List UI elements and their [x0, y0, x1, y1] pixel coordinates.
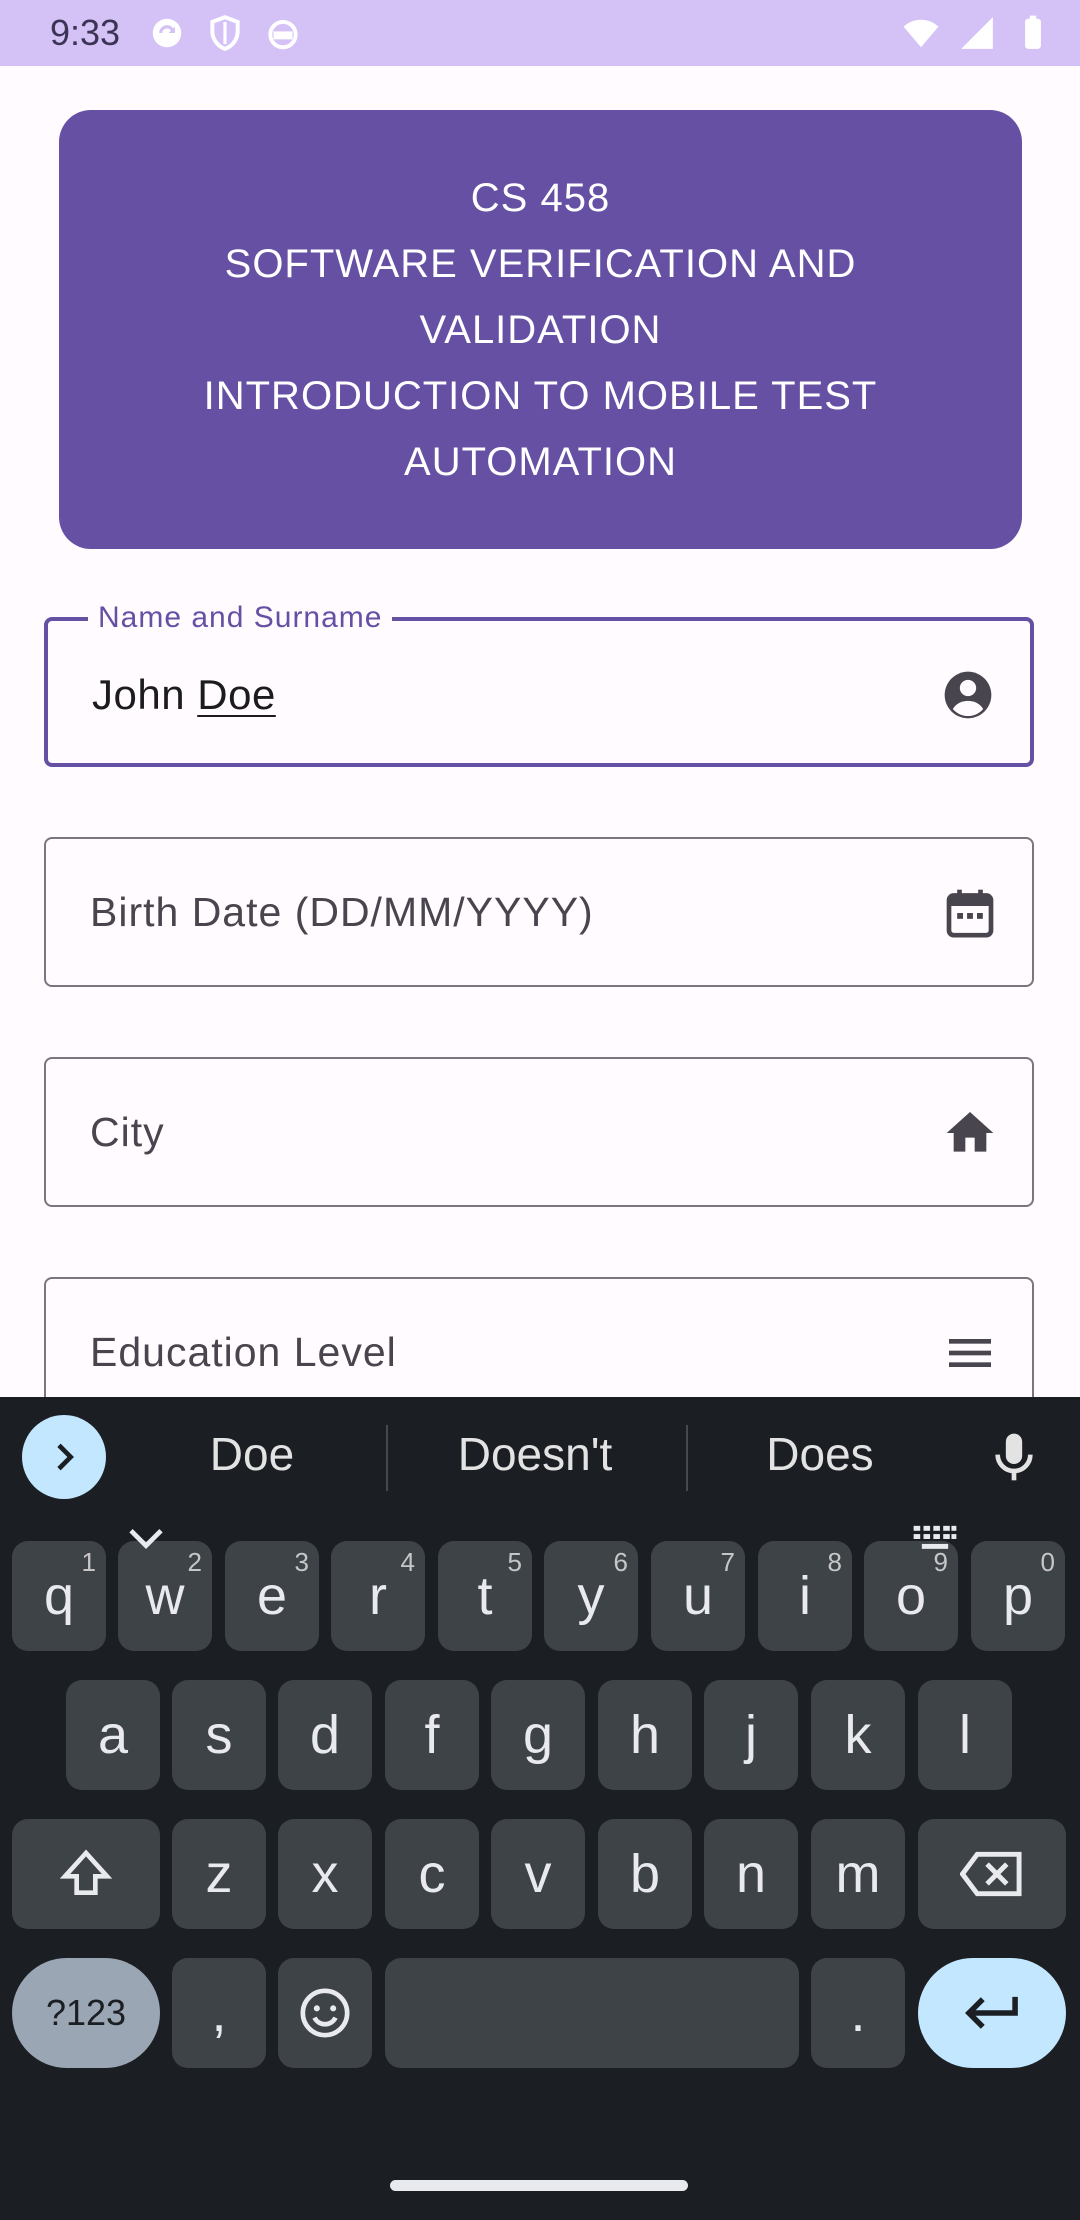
backspace-icon: [960, 1851, 1022, 1897]
key-f[interactable]: f: [385, 1680, 479, 1790]
course-header-card: CS 458 SOFTWARE VERIFICATION AND VALIDAT…: [59, 110, 1022, 549]
calendar-icon[interactable]: [942, 885, 998, 941]
key-d[interactable]: d: [278, 1680, 372, 1790]
key-q[interactable]: q1: [12, 1541, 106, 1651]
key-o[interactable]: o9: [864, 1541, 958, 1651]
status-time: 9:33: [50, 12, 121, 53]
suggestion-3[interactable]: Does: [690, 1427, 950, 1481]
key-a[interactable]: a: [66, 1680, 160, 1790]
shift-key[interactable]: [12, 1819, 160, 1929]
name-surname-value[interactable]: John Doe: [92, 671, 276, 719]
header-line-1: CS 458: [470, 175, 611, 220]
comma-key[interactable]: ,: [172, 1958, 266, 2068]
soft-keyboard: Doe Doesn't Does q1 w2 e3 r4 t5 y6 u7 i8…: [0, 1397, 1080, 2220]
key-g[interactable]: g: [491, 1680, 585, 1790]
sync-icon: [152, 18, 182, 48]
status-bar: 9:33: [0, 0, 1080, 66]
key-m[interactable]: m: [811, 1819, 905, 1929]
name-surname-label: Name and Surname: [88, 601, 393, 635]
period-key[interactable]: .: [811, 1958, 905, 2068]
status-left-icons: [148, 14, 302, 52]
key-l[interactable]: l: [918, 1680, 1012, 1790]
city-field[interactable]: City: [44, 1057, 1034, 1207]
emoji-icon: [300, 1988, 350, 2038]
name-first-word: John: [92, 671, 186, 718]
symbols-key[interactable]: ?123: [12, 1958, 160, 2068]
account-circle-icon: [944, 671, 992, 719]
key-p[interactable]: p0: [971, 1541, 1065, 1651]
microphone-icon[interactable]: [986, 1427, 1042, 1487]
key-t[interactable]: t5: [438, 1541, 532, 1651]
header-line-5: AUTOMATION: [404, 439, 677, 484]
key-n[interactable]: n: [704, 1819, 798, 1929]
key-k[interactable]: k: [811, 1680, 905, 1790]
city-placeholder: City: [90, 1109, 165, 1155]
home-icon: [946, 1112, 994, 1152]
signal-icon: [961, 17, 993, 49]
key-u[interactable]: u7: [651, 1541, 745, 1651]
shift-icon: [59, 1849, 113, 1895]
android-icon: [268, 19, 298, 50]
key-j[interactable]: j: [704, 1680, 798, 1790]
suggestion-divider: [386, 1425, 388, 1491]
menu-icon[interactable]: [942, 1325, 998, 1381]
home-gesture-pill[interactable]: [390, 2180, 688, 2191]
key-x[interactable]: x: [278, 1819, 372, 1929]
key-e[interactable]: e3: [225, 1541, 319, 1651]
key-h[interactable]: h: [598, 1680, 692, 1790]
education-level-placeholder: Education Level: [90, 1329, 397, 1375]
key-c[interactable]: c: [385, 1819, 479, 1929]
birth-date-placeholder: Birth Date (DD/MM/YYYY): [90, 889, 594, 935]
shield-icon: [210, 15, 240, 51]
suggestion-2[interactable]: Doesn't: [405, 1427, 665, 1481]
backspace-key[interactable]: [918, 1819, 1066, 1929]
key-b[interactable]: b: [598, 1819, 692, 1929]
birth-date-field[interactable]: Birth Date (DD/MM/YYYY): [44, 837, 1034, 987]
header-line-3: VALIDATION: [419, 307, 662, 352]
hide-keyboard-chevron-icon[interactable]: [126, 1524, 166, 1554]
name-surname-field[interactable]: Name and Surname John Doe: [44, 601, 1034, 767]
battery-icon: [1025, 15, 1041, 49]
key-v[interactable]: v: [491, 1819, 585, 1929]
suggestion-1[interactable]: Doe: [122, 1427, 382, 1481]
name-composing-word: Doe: [197, 671, 276, 718]
enter-key[interactable]: [918, 1958, 1066, 2068]
emoji-key[interactable]: [278, 1958, 372, 2068]
key-s[interactable]: s: [172, 1680, 266, 1790]
wifi-icon: [903, 19, 939, 48]
key-y[interactable]: y6: [544, 1541, 638, 1651]
header-line-4: INTRODUCTION TO MOBILE TEST: [203, 373, 878, 418]
header-line-2: SOFTWARE VERIFICATION AND: [224, 241, 857, 286]
key-w[interactable]: w2: [118, 1541, 212, 1651]
status-right-icons: [902, 14, 1052, 52]
chevron-right-icon: [57, 1443, 74, 1471]
suggestion-divider: [686, 1425, 688, 1491]
key-z[interactable]: z: [172, 1819, 266, 1929]
key-r[interactable]: r4: [331, 1541, 425, 1651]
suggestion-bar: Doe Doesn't Does: [0, 1397, 1080, 1522]
enter-arrow-icon: [965, 1996, 1018, 2029]
space-key[interactable]: [385, 1958, 799, 2068]
expand-toolbar-button[interactable]: [22, 1415, 106, 1499]
keyboard-switch-icon[interactable]: [912, 1524, 958, 1554]
key-i[interactable]: i8: [758, 1541, 852, 1651]
